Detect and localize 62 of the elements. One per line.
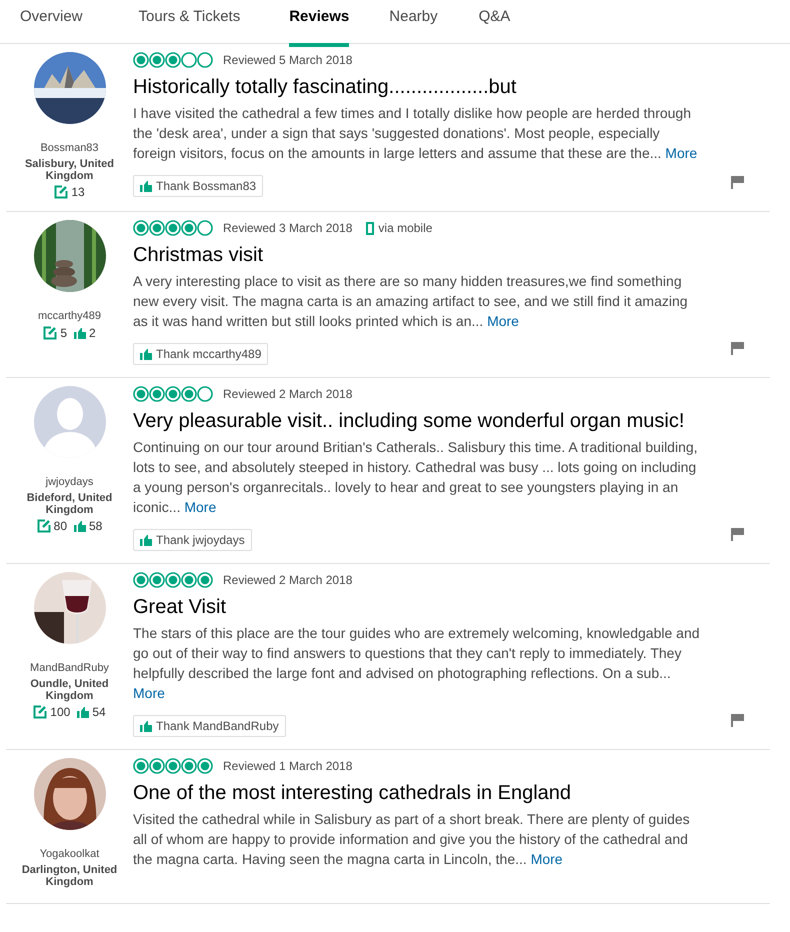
review-count: 5 — [60, 326, 67, 340]
review-date: Reviewed 5 March 2018 — [223, 53, 352, 67]
thumbs-up-icon — [77, 706, 90, 718]
nav-tab[interactable]: Nearby — [389, 0, 438, 47]
username[interactable]: jwjoydays — [46, 476, 94, 488]
thank-button[interactable]: Thank mccarthy489 — [133, 343, 268, 365]
username[interactable]: Yogakoolkat — [40, 848, 100, 860]
nav-tab[interactable]: Overview — [20, 0, 83, 47]
thumbs-up-icon — [74, 520, 86, 532]
more-link[interactable]: More — [665, 145, 698, 161]
username[interactable]: Bossman83 — [40, 142, 99, 154]
review-icon — [36, 519, 51, 533]
thumbs-up-icon — [140, 720, 152, 732]
more-link[interactable]: More — [184, 499, 216, 515]
thank-button[interactable]: Thank MandBandRuby — [133, 715, 286, 737]
user-location: Darlington, United Kingdom — [20, 864, 118, 888]
flag-icon[interactable] — [731, 714, 744, 727]
helpful-count: 58 — [89, 519, 102, 533]
review-date: Reviewed 2 March 2018 — [223, 573, 352, 587]
review-icon — [33, 705, 48, 719]
user-location: Oundle, United Kingdom — [29, 678, 110, 702]
review-count: 100 — [50, 705, 70, 719]
review-text: A very interesting place to visit as there are so many hidden treasures,we find something new every visit. The magna carta is an amazing artifact to see, and we still find it amazing as it was hand written but still looks printed which is an... More — [133, 272, 689, 331]
review-date: Reviewed 2 March 2018 — [223, 387, 352, 401]
thumbs-up-icon — [140, 348, 152, 360]
more-link[interactable]: More — [133, 685, 165, 701]
review-title[interactable]: Historically totally fascinating..................but — [133, 76, 705, 99]
helpful-count: 2 — [89, 326, 96, 340]
nav-tab[interactable]: Q&A — [478, 0, 510, 47]
nav-tab[interactable]: Tours & Tickets — [138, 0, 240, 47]
via-mobile-label: via mobile — [378, 221, 432, 235]
review-text: Visited the cathedral while in Salisbury as part of a short break. There are plenty of guides all of whom are happy to provide information and give you the history of the cathedral and the magna carta. Having seen the magna carta in Lincoln, the... More — [133, 810, 691, 869]
nav-tab[interactable]: Reviews — [289, 0, 350, 47]
review-date: Reviewed 3 March 2018 — [223, 221, 352, 235]
flag-icon[interactable] — [731, 528, 744, 541]
phone-icon — [366, 222, 374, 234]
more-link[interactable]: More — [487, 313, 519, 329]
user-location: Salisbury, United Kingdom — [24, 158, 116, 182]
thumbs-up-icon — [74, 328, 86, 338]
review-icon — [54, 185, 68, 199]
flag-icon[interactable] — [731, 176, 744, 189]
review-title[interactable]: One of the most interesting cathedrals in England — [133, 782, 705, 805]
review-date: Reviewed 1 March 2018 — [223, 759, 352, 773]
thank-button[interactable]: Thank jwjoydays — [133, 529, 252, 551]
review-text: Continuing on our tour around Britian's Catherals.. Salisbury this time. A traditional building, lots to see, and absolutely steeped in history. Cathedral was busy ... lots going on including a young person's organrecitals.. lovely to hear and great to see youngsters playing in an iconic... More — [133, 438, 699, 517]
review-title[interactable]: Great Visit — [133, 596, 705, 619]
helpful-count: 54 — [92, 705, 106, 719]
thank-button[interactable]: Thank Bossman83 — [133, 175, 264, 197]
review-title[interactable]: Christmas visit — [133, 244, 705, 267]
review-text: I have visited the cathedral a few times and I totally dislike how people are herded through the 'desk area', under a sign that says 'suggested donations'. Most people, especially foreign visitors, focus on the amounts in large letters and assume that these are the... More — [133, 104, 698, 163]
username[interactable]: mccarthy489 — [38, 310, 101, 322]
review-icon — [43, 326, 58, 340]
thumbs-up-icon — [140, 534, 152, 546]
review-count: 80 — [54, 519, 67, 533]
thumbs-up-icon — [140, 180, 152, 192]
more-link[interactable]: More — [530, 851, 563, 867]
username[interactable]: MandBandRuby — [30, 662, 109, 674]
user-location: Bideford, United Kingdom — [26, 492, 114, 516]
flag-icon[interactable] — [731, 342, 744, 355]
review-count: 13 — [71, 185, 85, 199]
review-text: The stars of this place are the tour guides who are extremely welcoming, knowledgable and go out of their way to find answers to questions that they can't reply to immediately. They helpfully described the large font and advised on photographing reflections. On a sub... More — [133, 624, 701, 703]
review-title[interactable]: Very pleasurable visit.. including some wonderful organ music! — [133, 410, 705, 433]
